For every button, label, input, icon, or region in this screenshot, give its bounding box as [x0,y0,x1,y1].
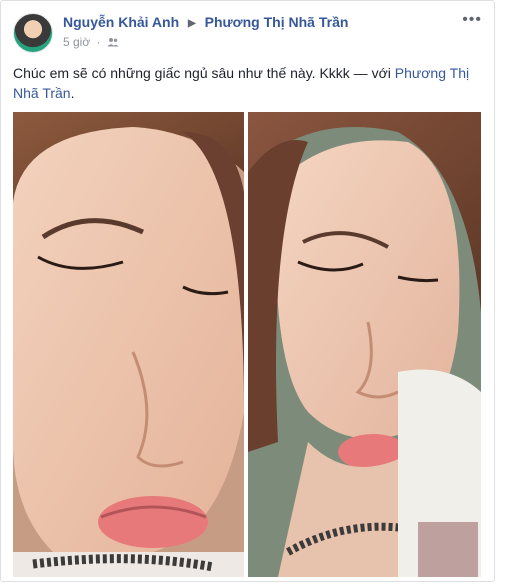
author-name-link[interactable]: Nguyễn Khải Anh [63,14,179,30]
friends-icon[interactable] [107,36,119,47]
caption-end: . [70,85,75,101]
author-avatar[interactable] [13,13,53,53]
more-options-icon[interactable]: ••• [462,11,482,29]
post-names: Nguyễn Khải Anh ▶ Phương Thị Nhã Trần [63,14,348,30]
post-header: Nguyễn Khải Anh ▶ Phương Thị Nhã Trần 5 … [13,11,482,55]
triangle-right-icon: ▶ [188,18,196,29]
caption-text: Chúc em sẽ có những giấc ngủ sâu như thế… [13,65,395,81]
meta-separator: · [96,35,101,49]
photo-2[interactable] [248,112,481,577]
post-timestamp[interactable]: 5 giờ [63,35,90,49]
photo-1[interactable] [13,112,244,577]
post-caption: Chúc em sẽ có những giấc ngủ sâu như thế… [13,63,473,103]
feed-post: Nguyễn Khải Anh ▶ Phương Thị Nhã Trần 5 … [0,0,495,582]
target-name-link[interactable]: Phương Thị Nhã Trần [205,14,349,30]
post-meta: 5 giờ · [63,35,119,49]
photo-grid [13,112,481,577]
